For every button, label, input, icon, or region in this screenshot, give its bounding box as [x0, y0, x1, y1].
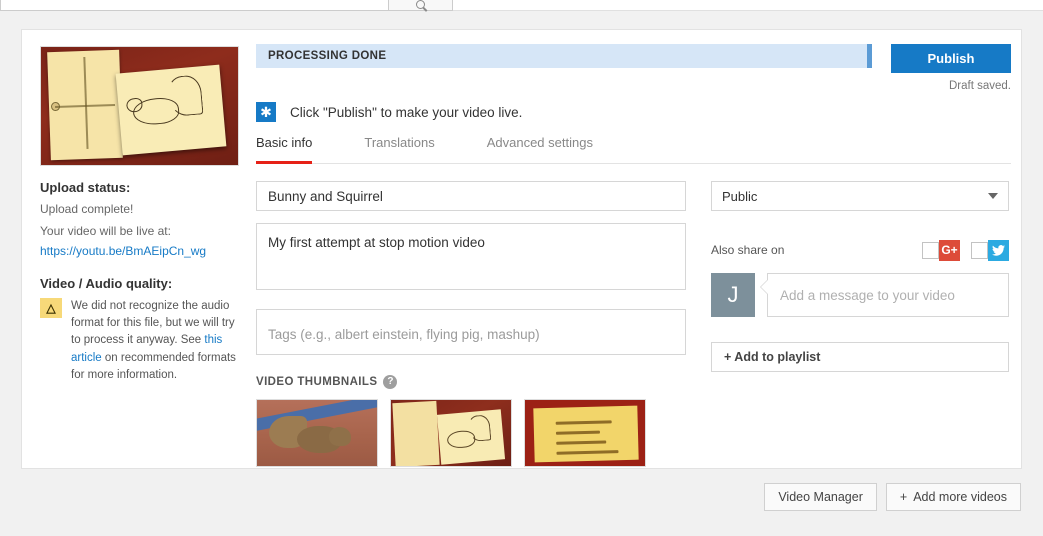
upload-status-heading: Upload status: [40, 180, 131, 195]
tab-translations[interactable]: Translations [364, 135, 434, 163]
status-row: PROCESSING DONE Publish Draft saved. [256, 44, 1011, 92]
star-badge-icon: ✱ [256, 102, 276, 122]
credits-line [556, 440, 607, 445]
squirrel-drawing-paper [115, 64, 227, 156]
share-message-input[interactable] [768, 274, 1008, 316]
video-thumbnails-header: VIDEO THUMBNAILS ? [256, 375, 686, 389]
also-share-on-row: Also share on G+ [711, 239, 1009, 261]
main-video-thumbnail [40, 46, 239, 166]
audio-warning-block: △ We did not recognize the audio format … [40, 297, 240, 384]
credits-line [555, 420, 612, 425]
chevron-down-icon [988, 193, 998, 199]
upload-tabs: Basic info Translations Advanced setting… [256, 135, 1011, 164]
search-button[interactable] [388, 0, 453, 11]
publish-area: Publish Draft saved. [891, 44, 1011, 92]
google-plus-icon[interactable]: G+ [939, 239, 960, 261]
form-side-column: Public Also share on G+ J Add a message … [711, 181, 1009, 467]
form-columns: VIDEO THUMBNAILS ? [256, 181, 1011, 467]
twitter-bird-icon[interactable] [988, 239, 1009, 261]
door-knob-shape [50, 101, 61, 112]
publish-hint-text: Click "Publish" to make your video live. [290, 104, 523, 120]
thumbnail-option-2[interactable] [390, 399, 512, 467]
thumbnail-option-3[interactable] [524, 399, 646, 467]
privacy-select[interactable]: Public [711, 181, 1009, 211]
paper-door-shape [392, 400, 440, 466]
upload-sidebar: Upload status: Upload complete! Your vid… [40, 46, 240, 384]
add-more-videos-label: Add more videos [913, 490, 1007, 504]
squirrel-drawing-paper [436, 409, 506, 465]
plus-icon: + [899, 490, 908, 504]
draft-saved-text: Draft saved. [949, 80, 1011, 92]
credits-line [555, 430, 600, 435]
form-main-column: VIDEO THUMBNAILS ? [256, 181, 686, 467]
credits-card-shape [533, 405, 639, 463]
warning-triangle-icon: △ [40, 297, 62, 318]
video-thumbnails-list [256, 399, 686, 467]
video-url-link[interactable]: https://youtu.be/BmAEipCn_wg [40, 244, 206, 258]
share-twitter-group [971, 239, 1009, 261]
video-manager-button[interactable]: Video Manager [764, 483, 877, 511]
avatar: J [711, 273, 755, 317]
publish-hint-row: ✱ Click "Publish" to make your video liv… [256, 102, 1011, 122]
video-tags-input[interactable] [256, 309, 686, 355]
upload-main-content: PROCESSING DONE Publish Draft saved. ✱ C… [256, 44, 1011, 467]
tab-advanced-settings[interactable]: Advanced settings [487, 135, 593, 163]
footer-actions: Video Manager + Add more videos [0, 483, 1043, 511]
also-share-on-label: Also share on [711, 243, 785, 257]
video-description-input[interactable] [256, 223, 686, 290]
video-thumbnails-label: VIDEO THUMBNAILS [256, 376, 378, 388]
processing-status-banner: PROCESSING DONE [256, 44, 872, 68]
thumbnail-option-1[interactable] [256, 399, 378, 467]
squirrel-body-shape [446, 429, 476, 450]
share-google-plus-group: G+ [922, 239, 960, 261]
quality-heading: Video / Audio quality: [40, 275, 173, 291]
video-title-input[interactable] [256, 181, 686, 211]
share-message-row: J [711, 273, 1009, 317]
live-at-label: Your video will be live at: [40, 224, 171, 239]
upload-status-value: Upload complete! [40, 202, 134, 216]
add-to-playlist-button[interactable]: + Add to playlist [711, 342, 1009, 372]
share-google-plus-checkbox[interactable] [922, 241, 939, 259]
publish-button[interactable]: Publish [891, 44, 1011, 73]
search-icon [416, 0, 425, 9]
upload-details-card: Upload status: Upload complete! Your vid… [21, 29, 1022, 469]
processing-status-label: PROCESSING DONE [268, 50, 387, 62]
audio-warning-text: We did not recognize the audio format fo… [71, 298, 240, 384]
paper-door-shape [47, 49, 123, 161]
privacy-selected-value: Public [722, 188, 758, 204]
share-message-bubble [760, 273, 1009, 317]
credits-line [556, 450, 619, 455]
share-twitter-checkbox[interactable] [971, 241, 988, 259]
top-search-bar [0, 0, 1043, 11]
add-more-videos-button[interactable]: + Add more videos [885, 483, 1021, 511]
search-input[interactable] [0, 0, 389, 11]
help-circle-icon[interactable]: ? [383, 375, 398, 389]
squirrel-head-shape [329, 427, 351, 446]
tab-basic-info[interactable]: Basic info [256, 135, 313, 164]
